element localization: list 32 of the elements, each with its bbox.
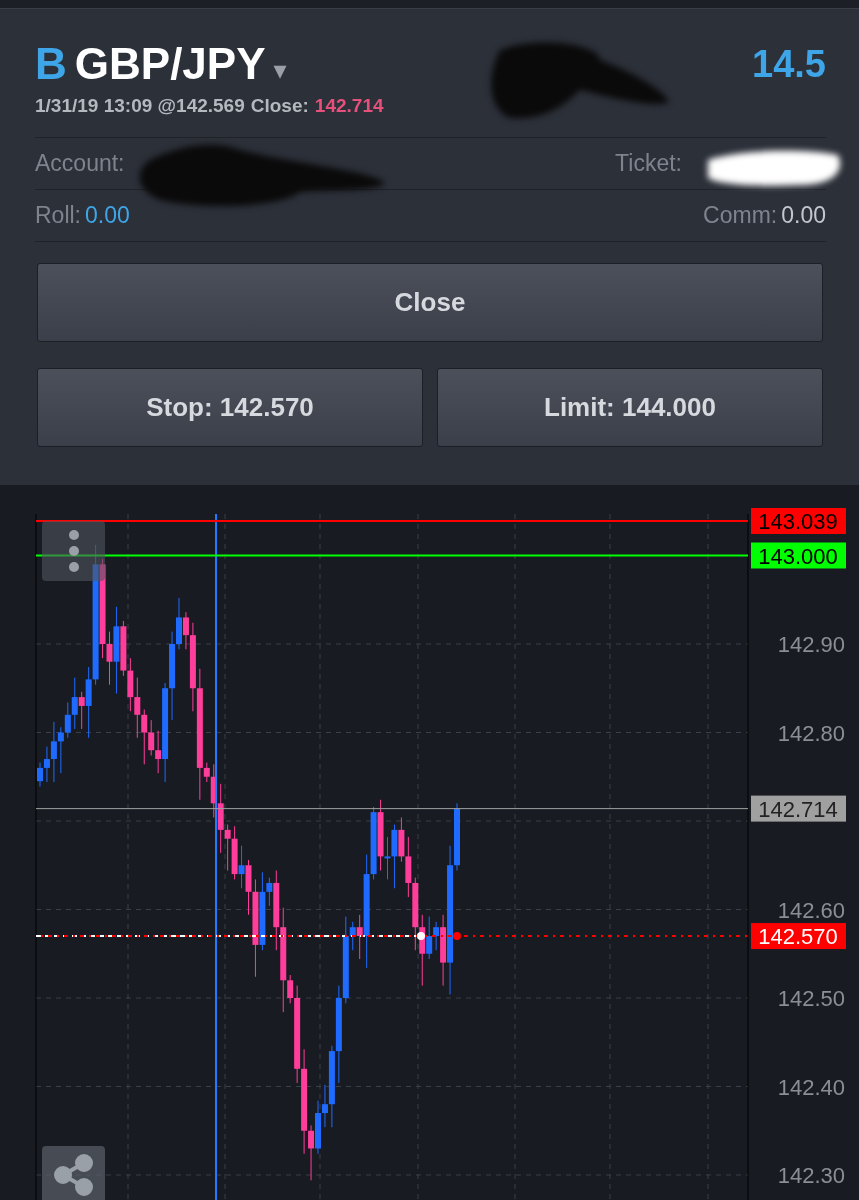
symbol-title: GBP/JPY: [74, 39, 266, 89]
price-tag: 142.714: [751, 795, 846, 822]
price-tag: 142.570: [751, 923, 846, 950]
axis-label: 142.50: [777, 986, 845, 1011]
close-price: 142.714: [314, 95, 384, 116]
share-button[interactable]: [42, 1146, 105, 1200]
axis-label: 142.60: [777, 897, 845, 923]
axis-label: 142.40: [777, 1074, 845, 1100]
field-label: Comm:: [703, 202, 778, 229]
field-value: 0.00: [781, 202, 826, 229]
axis-label: 142.30: [777, 1163, 845, 1188]
limit-button[interactable]: Limit: 144.000: [437, 368, 823, 447]
side-label: B: [35, 39, 67, 89]
stop-button[interactable]: Stop: 142.570: [37, 368, 423, 447]
profit-value: 14.5: [752, 42, 826, 86]
field-label: Account:: [35, 150, 125, 177]
caret-icon[interactable]: ▾: [273, 55, 287, 86]
field-label: Ticket:: [615, 150, 682, 177]
price-tag: 143.000: [751, 542, 846, 569]
close-button[interactable]: Close: [37, 263, 823, 342]
axis-label: 142.80: [777, 720, 845, 746]
field-label: Roll:: [35, 202, 81, 229]
price-tag: 143.039: [751, 508, 846, 534]
handle-icon[interactable]: [453, 932, 461, 941]
axis-label: 142.90: [777, 632, 845, 657]
current-price-line[interactable]: [35, 808, 749, 810]
handle-icon[interactable]: [417, 932, 425, 941]
stop-line[interactable]: [35, 935, 749, 938]
menu-button[interactable]: [42, 521, 105, 581]
close-label: Close:: [250, 95, 309, 116]
field-value: 0.00: [85, 202, 130, 229]
open-info: 1/31/19 13:09 @142.569: [35, 95, 245, 116]
